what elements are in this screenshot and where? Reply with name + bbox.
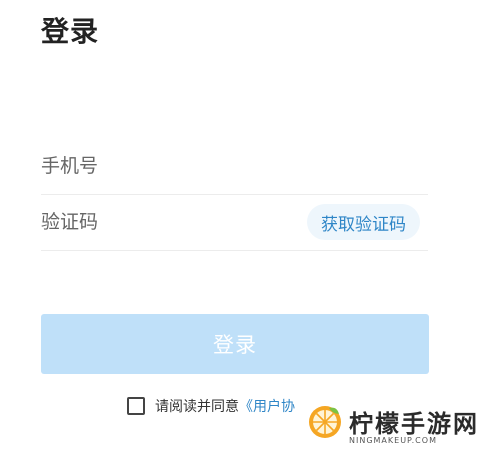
watermark-brand: 柠檬手游网 <box>349 410 479 438</box>
page-title: 登录 <box>41 15 100 48</box>
login-page: 登录 获取验证码 登录 请阅读并同意 《用户协 柠檬手游网 NINGMAKEUP… <box>0 0 495 452</box>
verification-code-input[interactable] <box>41 211 291 233</box>
watermark: 柠檬手游网 NINGMAKEUP.COM <box>301 402 487 450</box>
watermark-site: NINGMAKEUP.COM <box>349 436 437 445</box>
phone-input[interactable] <box>41 155 291 177</box>
login-button[interactable]: 登录 <box>41 314 429 374</box>
verification-code-field: 获取验证码 <box>41 194 428 251</box>
get-code-button[interactable]: 获取验证码 <box>307 204 420 240</box>
agreement-row: 请阅读并同意 《用户协 <box>127 396 295 416</box>
agreement-checkbox[interactable] <box>127 397 145 415</box>
user-agreement-link[interactable]: 《用户协 <box>239 396 295 416</box>
agreement-text: 请阅读并同意 <box>155 399 239 415</box>
lemon-logo-icon <box>309 406 341 438</box>
phone-field <box>41 138 428 195</box>
